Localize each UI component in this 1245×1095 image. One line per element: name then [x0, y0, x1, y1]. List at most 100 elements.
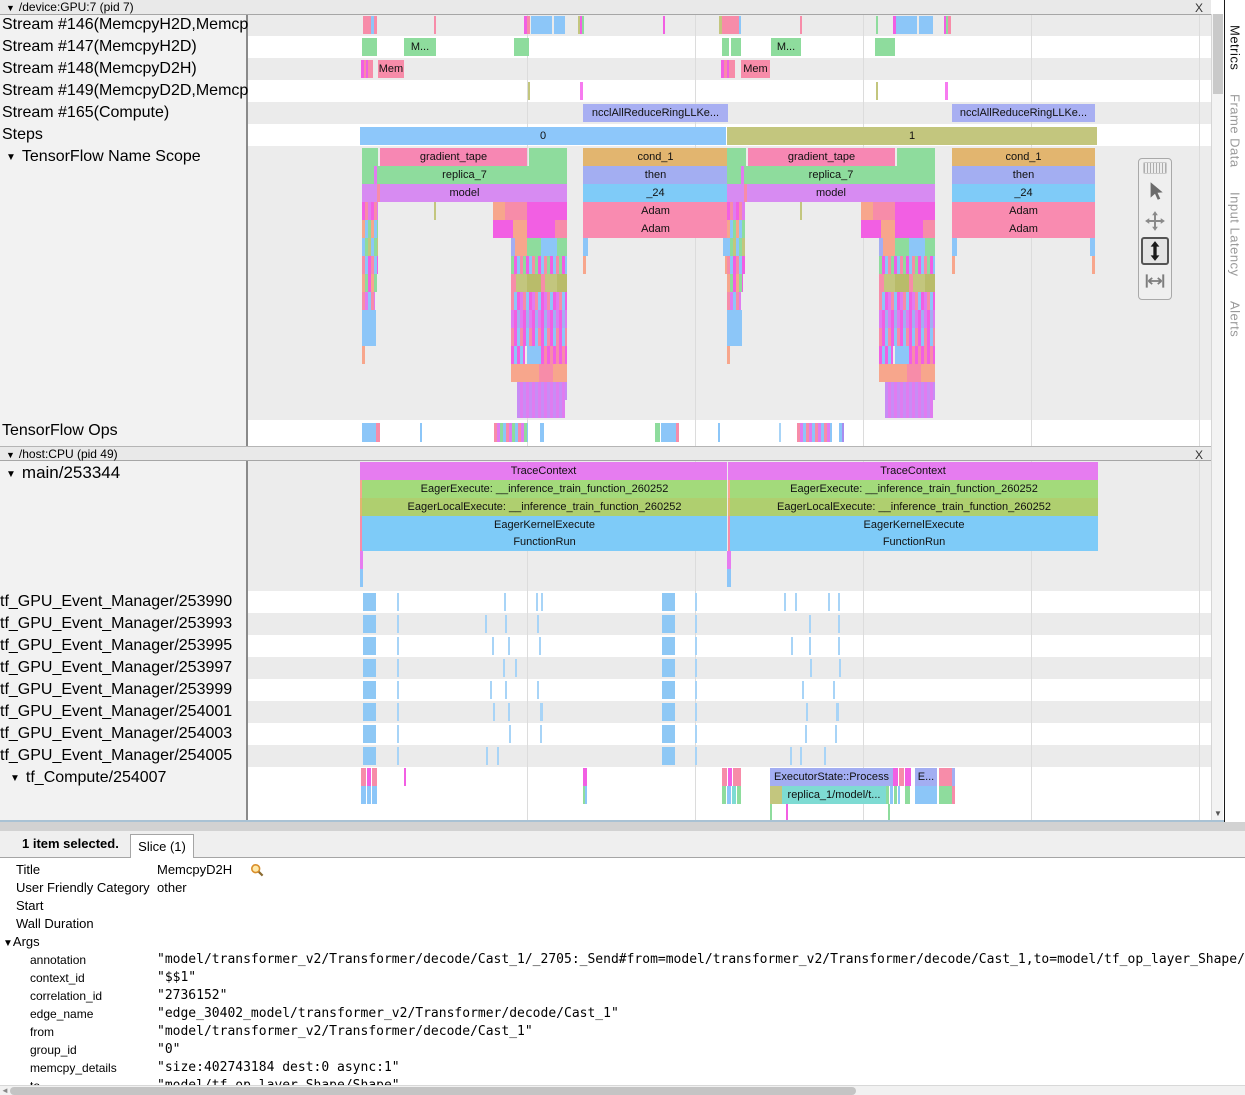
trace-slice[interactable]: [539, 637, 541, 655]
trace-slice[interactable]: then: [952, 166, 1095, 184]
trace-slice[interactable]: [722, 786, 726, 804]
trace-slice[interactable]: FunctionRun: [730, 534, 1098, 551]
trace-slice[interactable]: replica_7: [362, 166, 567, 184]
trace-slice[interactable]: [879, 364, 907, 382]
trace-slice[interactable]: [879, 346, 893, 364]
trace-slice[interactable]: [790, 747, 792, 765]
trace-slice[interactable]: replica_7: [727, 166, 935, 184]
collapse-arrow-icon[interactable]: ▼: [6, 469, 16, 480]
trace-slice[interactable]: [875, 38, 895, 56]
trace-slice[interactable]: [493, 202, 505, 220]
trace-slice[interactable]: [368, 60, 373, 78]
trace-slice[interactable]: [662, 747, 675, 765]
trace-slice[interactable]: [893, 768, 898, 786]
trace-slice[interactable]: [662, 659, 675, 677]
trace-slice[interactable]: [553, 364, 567, 382]
trace-slice[interactable]: [802, 681, 804, 699]
trace-slice[interactable]: [557, 238, 567, 256]
trace-slice[interactable]: [527, 220, 555, 238]
trace-slice[interactable]: EagerLocalExecute: __inference_train_fun…: [362, 498, 727, 516]
trace-slice[interactable]: [374, 16, 377, 34]
track-label[interactable]: Steps: [0, 126, 248, 144]
trace-slice[interactable]: then: [583, 166, 728, 184]
track-label[interactable]: Stream #147(MemcpyH2D): [0, 38, 248, 56]
trace-slice[interactable]: [363, 703, 376, 721]
trace-slice[interactable]: [363, 659, 376, 677]
trace-slice[interactable]: [582, 16, 584, 34]
trace-slice[interactable]: [915, 786, 937, 804]
trace-slice[interactable]: [554, 16, 565, 34]
trace-slice[interactable]: [895, 202, 935, 220]
selection-tool-button[interactable]: [1141, 177, 1169, 205]
trace-slice[interactable]: TraceContext: [360, 462, 727, 480]
trace-slice[interactable]: [363, 681, 376, 699]
trace-slice[interactable]: [784, 593, 786, 611]
trace-slice[interactable]: [655, 423, 660, 442]
trace-slice[interactable]: [362, 346, 365, 364]
trace-slice[interactable]: [555, 220, 567, 238]
trace-slice[interactable]: [527, 238, 541, 256]
trace-slice[interactable]: [557, 274, 567, 292]
horizontal-scrollbar-thumb[interactable]: [10, 1087, 856, 1095]
trace-slice[interactable]: TraceContext: [728, 462, 1098, 480]
collapse-arrow-icon[interactable]: ▼: [6, 3, 15, 13]
trace-slice[interactable]: [490, 681, 492, 699]
trace-slice[interactable]: [836, 703, 839, 721]
trace-slice[interactable]: [485, 615, 487, 633]
trace-slice[interactable]: [695, 747, 697, 765]
trace-slice[interactable]: [505, 681, 507, 699]
trace-slice[interactable]: [952, 256, 955, 274]
track-label[interactable]: ▼tf_Compute/254007: [0, 769, 256, 787]
trace-slice[interactable]: [835, 725, 837, 743]
trace-slice[interactable]: [810, 659, 812, 677]
trace-slice[interactable]: [486, 747, 488, 765]
trace-slice[interactable]: [885, 382, 935, 400]
trace-slice[interactable]: [728, 768, 732, 786]
trace-slice[interactable]: [739, 16, 741, 34]
trace-slice[interactable]: Adam: [583, 220, 728, 238]
trace-slice[interactable]: [952, 768, 955, 786]
trace-slice[interactable]: [362, 202, 378, 220]
trace-slice[interactable]: [722, 38, 729, 56]
collapse-arrow-icon[interactable]: ▼: [6, 450, 15, 460]
trace-slice[interactable]: [662, 703, 675, 721]
trace-slice[interactable]: [497, 747, 499, 765]
trace-slice[interactable]: [770, 804, 772, 820]
trace-slice[interactable]: [363, 615, 376, 633]
trace-slice[interactable]: [727, 292, 741, 310]
trace-slice[interactable]: [361, 786, 366, 804]
trace-slice[interactable]: [367, 786, 371, 804]
trace-slice[interactable]: [517, 382, 567, 400]
pan-tool-button[interactable]: [1141, 207, 1169, 235]
trace-slice[interactable]: [952, 238, 957, 256]
trace-slice[interactable]: [434, 202, 436, 220]
trace-slice[interactable]: [727, 569, 731, 587]
trace-slice[interactable]: [695, 703, 697, 721]
trace-slice[interactable]: [925, 238, 935, 256]
gpu-process-header[interactable]: ▼/device:GPU:7 (pid 7) X: [0, 0, 1211, 15]
trace-slice[interactable]: [537, 681, 539, 699]
trace-slice[interactable]: [800, 747, 802, 765]
track-label[interactable]: Stream #165(Compute): [0, 104, 248, 122]
trace-slice[interactable]: [695, 725, 697, 743]
trace-slice[interactable]: [362, 256, 378, 274]
track-label[interactable]: ▼TensorFlow Name Scope: [0, 148, 252, 166]
panel-tab-metrics[interactable]: Metrics: [1228, 25, 1243, 70]
trace-slice[interactable]: [372, 786, 377, 804]
trace-slice[interactable]: [397, 747, 399, 765]
trace-slice[interactable]: EagerExecute: __inference_train_function…: [362, 480, 727, 498]
trace-slice[interactable]: gradient_tape: [748, 148, 895, 166]
trace-slice[interactable]: EagerKernelExecute: [362, 516, 727, 534]
trace-slice[interactable]: [809, 615, 811, 633]
trace-slice[interactable]: [879, 256, 935, 274]
trace-slice[interactable]: [514, 38, 529, 56]
trace-slice[interactable]: [800, 202, 802, 220]
trace-slice[interactable]: [895, 274, 909, 292]
trace-slice[interactable]: [925, 274, 935, 292]
trace-slice[interactable]: [363, 637, 376, 655]
trace-slice[interactable]: [363, 747, 376, 765]
trace-slice[interactable]: [873, 202, 895, 220]
trace-slice[interactable]: [493, 220, 513, 238]
trace-slice[interactable]: [528, 82, 530, 100]
trace-slice[interactable]: [894, 786, 897, 804]
